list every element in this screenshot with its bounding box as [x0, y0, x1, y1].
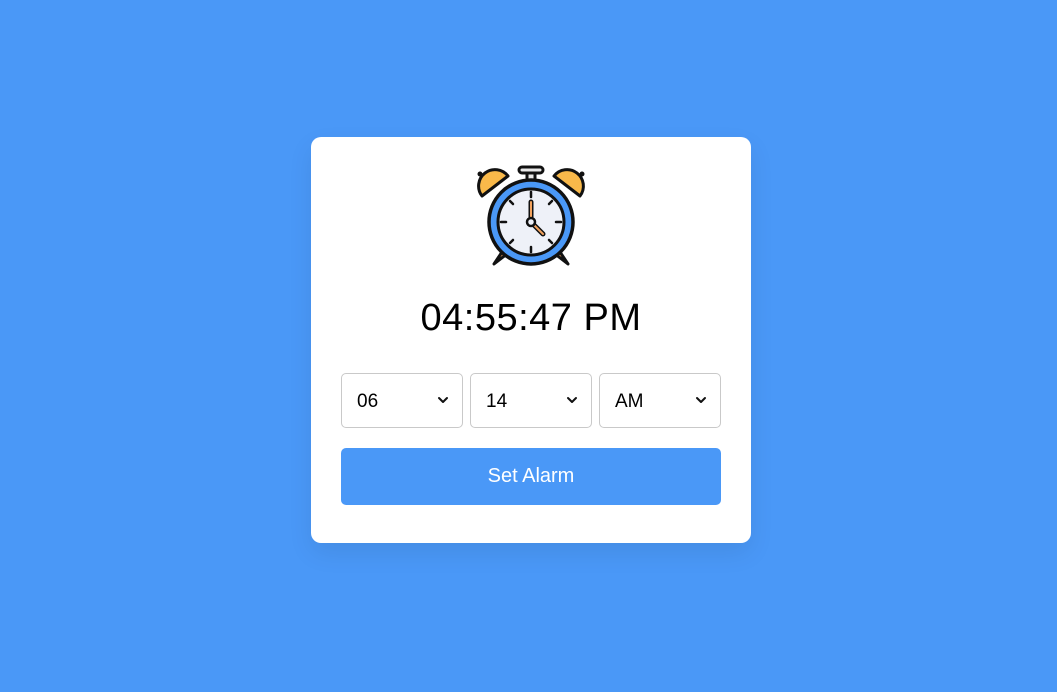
period-select-value: AM	[615, 391, 644, 412]
minute-select-value: 14	[486, 391, 508, 412]
chevron-down-icon	[567, 397, 577, 403]
set-alarm-button[interactable]: Set Alarm	[341, 448, 721, 505]
chevron-down-icon	[438, 397, 448, 403]
minute-select[interactable]: 14	[470, 373, 592, 428]
period-select[interactable]: AM	[599, 373, 721, 428]
alarm-clock-icon	[477, 165, 585, 266]
hour-select-value: 06	[357, 391, 379, 412]
current-time-display: 04:55:47 PM	[420, 297, 642, 339]
chevron-down-icon	[696, 397, 706, 403]
hour-select[interactable]: 06	[341, 373, 463, 428]
alarm-card: 04:55:47 PM 06 14 AM Set Alarm	[311, 137, 751, 543]
alarm-time-selectors: 06 14 AM	[341, 373, 721, 428]
